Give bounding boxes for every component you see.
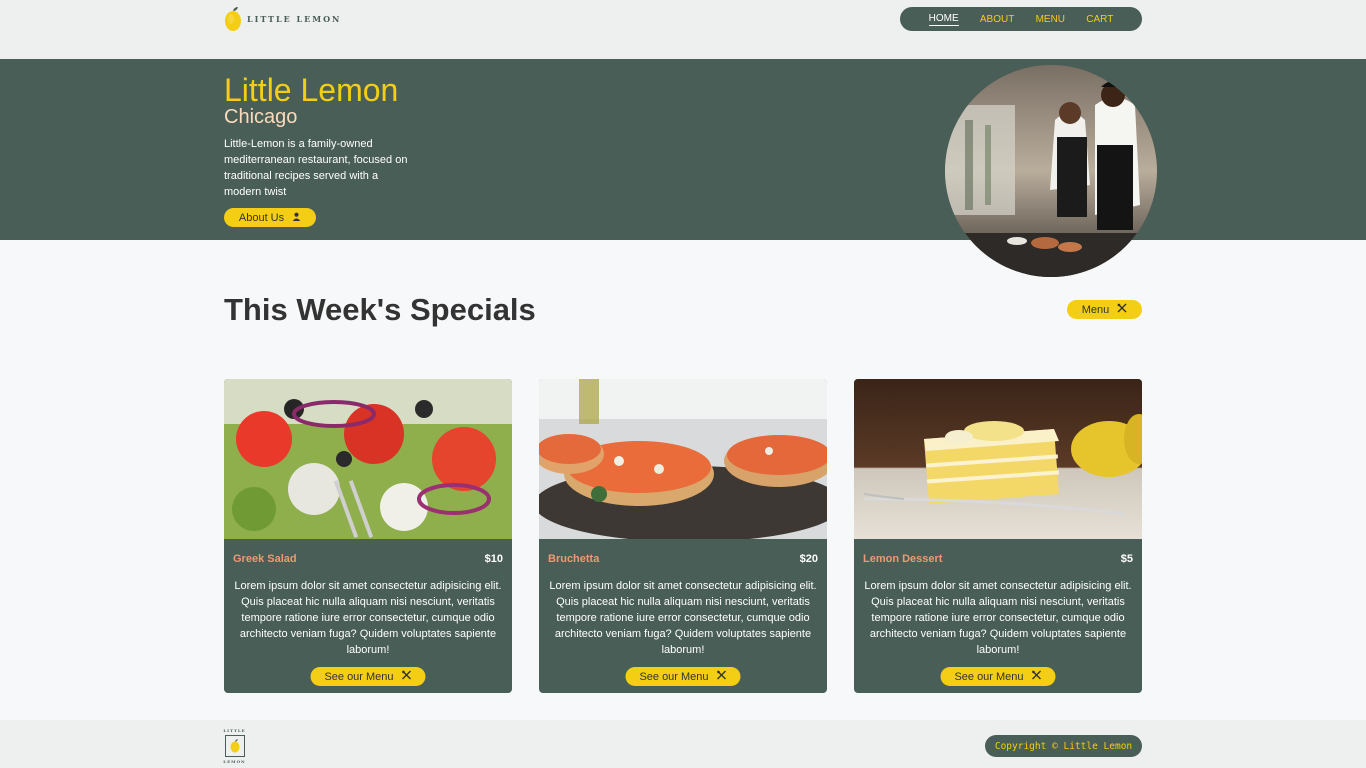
lemon-logo-icon	[224, 735, 245, 757]
footer-logo[interactable]: LITTLE LEMON	[223, 728, 246, 764]
utensils-icon	[1117, 303, 1127, 316]
utensils-icon	[717, 670, 727, 683]
logo[interactable]: LITTLE LEMON	[224, 6, 341, 32]
special-card-lemon-dessert: Lemon Dessert $5 Lorem ipsum dolor sit a…	[854, 379, 1142, 693]
special-card-bruchetta: Bruchetta $20 Lorem ipsum dolor sit amet…	[539, 379, 827, 693]
card-header: Greek Salad $10	[224, 553, 512, 565]
card-price: $5	[1120, 553, 1133, 565]
see-menu-label: See our Menu	[639, 670, 709, 683]
about-us-button[interactable]: About Us	[224, 208, 316, 227]
card-description: Lorem ipsum dolor sit amet consectetur a…	[549, 580, 817, 656]
menu-button[interactable]: Menu	[1067, 300, 1142, 319]
card-header: Lemon Dessert $5	[854, 553, 1142, 565]
lemon-logo-icon	[224, 6, 242, 32]
hero-title: Little Lemon	[224, 72, 399, 108]
see-menu-button[interactable]: See our Menu	[625, 667, 741, 686]
see-menu-label: See our Menu	[954, 670, 1024, 683]
main-nav: HOME ABOUT MENU CART	[900, 7, 1142, 31]
copyright-badge: Copyright © Little Lemon	[985, 735, 1142, 757]
nav-about[interactable]: ABOUT	[980, 14, 1014, 25]
card-price: $20	[799, 553, 818, 565]
hero-section: Little Lemon Chicago Little-Lemon is a f…	[0, 59, 1366, 240]
hero-image	[945, 65, 1157, 277]
nav-menu[interactable]: MENU	[1036, 14, 1065, 25]
site-footer: LITTLE LEMON Copyright © Little Lemon	[0, 720, 1366, 768]
about-us-label: About Us	[238, 211, 285, 224]
card-title: Greek Salad	[233, 553, 297, 565]
card-price: $10	[484, 553, 503, 565]
nav-cart[interactable]: CART	[1086, 14, 1113, 25]
hero-subtitle: Chicago	[224, 106, 298, 128]
card-header: Bruchetta $20	[539, 553, 827, 565]
bruchetta-image	[539, 379, 827, 539]
card-title: Bruchetta	[548, 553, 600, 565]
greek-salad-image	[224, 379, 512, 539]
utensils-icon	[1032, 670, 1042, 683]
card-title: Lemon Dessert	[863, 553, 943, 565]
hero-description: Little-Lemon is a family-owned mediterra…	[224, 138, 408, 198]
see-menu-label: See our Menu	[324, 670, 394, 683]
menu-button-label: Menu	[1081, 303, 1110, 316]
user-icon	[292, 212, 301, 224]
site-header: LITTLE LEMON HOME ABOUT MENU CART	[0, 0, 1366, 59]
card-description: Lorem ipsum dolor sit amet consectetur a…	[864, 580, 1132, 656]
utensils-icon	[402, 670, 412, 683]
specials-title: This Week's Specials	[224, 292, 536, 327]
footer-logo-top: LITTLE	[223, 728, 246, 733]
card-description: Lorem ipsum dolor sit amet consectetur a…	[234, 580, 502, 656]
see-menu-button[interactable]: See our Menu	[310, 667, 426, 686]
see-menu-button[interactable]: See our Menu	[940, 667, 1056, 686]
logo-text: LITTLE LEMON	[247, 14, 342, 24]
footer-logo-bottom: LEMON	[223, 759, 246, 764]
lemon-dessert-image	[854, 379, 1142, 539]
nav-home[interactable]: HOME	[928, 13, 959, 26]
special-card-greek-salad: Greek Salad $10 Lorem ipsum dolor sit am…	[224, 379, 512, 693]
